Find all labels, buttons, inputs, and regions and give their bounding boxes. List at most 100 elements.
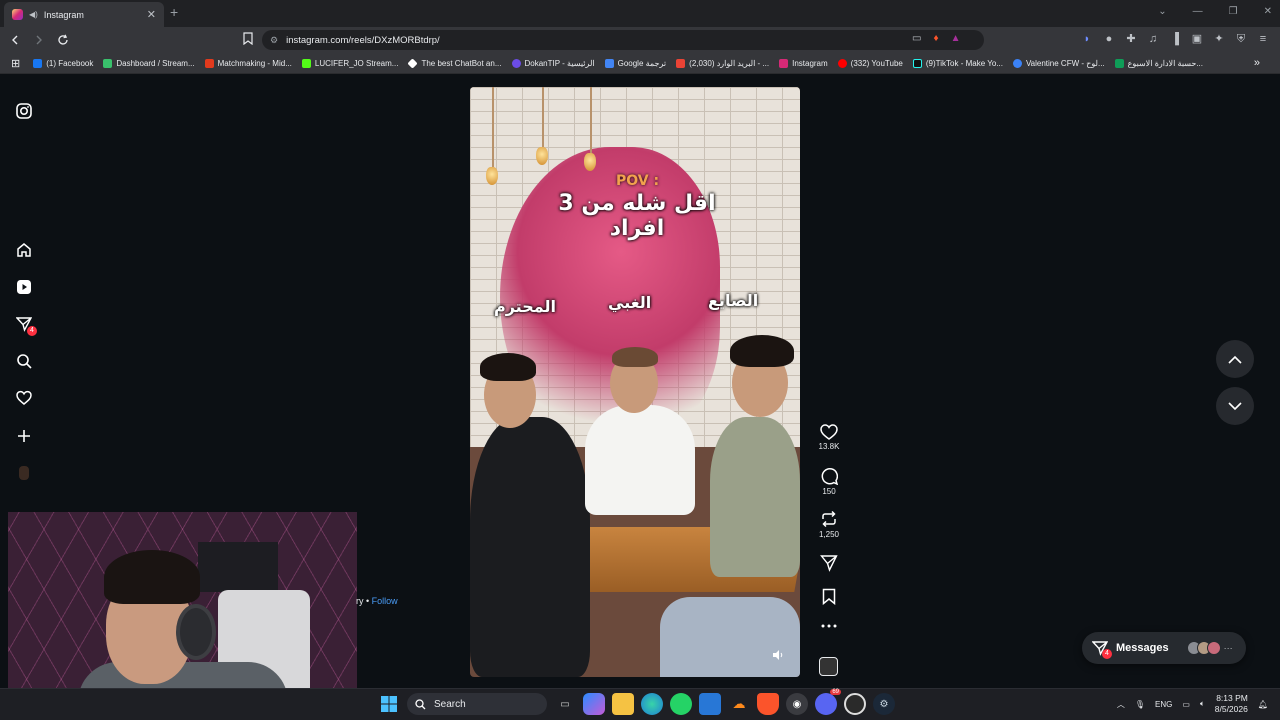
valentine-icon	[1012, 58, 1022, 68]
monitor-icon[interactable]: ▭	[1182, 700, 1190, 709]
forward-icon[interactable]	[30, 31, 48, 49]
extension-icon[interactable]: ●	[1102, 32, 1116, 46]
share-button[interactable]	[810, 554, 848, 574]
location-app-icon[interactable]: ◉	[786, 693, 808, 715]
brave-rewards-icon[interactable]: ▲	[951, 33, 961, 44]
language-indicator[interactable]: ENG	[1155, 700, 1172, 709]
speaker-icon[interactable]: ◀)	[29, 10, 38, 19]
vpn-shield-icon[interactable]: ⛨	[1234, 32, 1248, 46]
cast-icon[interactable]: ▭	[912, 33, 921, 44]
bookmark-youtube[interactable]: (332) YouTube	[833, 58, 908, 68]
more-options-icon[interactable]	[810, 624, 848, 630]
site-info-icon[interactable]: ⚙	[270, 35, 278, 46]
next-reel-button[interactable]	[1216, 387, 1254, 425]
cloud-app-icon[interactable]: ☁	[728, 693, 750, 715]
new-tab-button[interactable]: +	[170, 4, 178, 20]
volume-icon[interactable]	[772, 649, 788, 665]
bookmark-chatbot[interactable]: The best ChatBot an...	[403, 57, 506, 69]
tab-title: Instagram	[43, 9, 84, 20]
bookmark-dashboard[interactable]: Dashboard / Stream...	[98, 58, 199, 68]
taskbar-search[interactable]: Search	[407, 693, 547, 715]
instagram-favicon-icon	[12, 9, 23, 20]
steam-icon[interactable]: ⚙	[873, 693, 895, 715]
bookmark-instagram[interactable]: Instagram	[774, 58, 833, 68]
task-view-icon[interactable]: ▭	[554, 693, 576, 715]
messages-pill[interactable]: 4 Messages ···	[1082, 632, 1246, 664]
streamer-webcam	[8, 512, 357, 708]
copilot-icon[interactable]	[583, 693, 605, 715]
obs-icon[interactable]	[844, 693, 866, 715]
microphone-icon[interactable]: 🎙︎	[1135, 700, 1145, 709]
microsoft-store-icon[interactable]	[699, 693, 721, 715]
bookmark-weekly-sheet[interactable]: حسبة الادارة الاسبوع...	[1110, 58, 1208, 68]
webcam-monitor	[198, 542, 278, 592]
brave-icon[interactable]	[757, 693, 779, 715]
file-explorer-icon[interactable]	[612, 693, 634, 715]
comment-button[interactable]: 150	[810, 467, 848, 496]
original-audio-thumbnail[interactable]	[819, 657, 838, 676]
discord-icon[interactable]: 69	[815, 689, 841, 715]
menu-icon[interactable]: ≡	[1256, 32, 1270, 46]
bookmark-kick[interactable]: LUCIFER_JO Stream...	[297, 58, 404, 68]
reels-icon[interactable]	[14, 277, 34, 297]
search-icon[interactable]	[14, 351, 34, 371]
pov-label: POV :	[616, 173, 660, 189]
person-right-hair	[730, 335, 794, 367]
sparkle-icon[interactable]: ✦	[1212, 32, 1226, 46]
messages-label: Messages	[1116, 642, 1169, 654]
previous-reel-button[interactable]	[1216, 340, 1254, 378]
like-button[interactable]: 13.8K	[810, 424, 848, 451]
bookmark-dokantip[interactable]: DokanTIP - الرئيسية	[507, 58, 600, 68]
create-icon[interactable]	[14, 426, 34, 446]
sidebar-toggle-icon[interactable]: ▐	[1168, 32, 1182, 46]
notification-bell-icon[interactable]: 🔔︎	[1258, 700, 1268, 709]
tab-instagram[interactable]: ◀) Instagram ✕	[4, 2, 164, 27]
save-button[interactable]	[810, 588, 848, 607]
edge-icon[interactable]	[641, 693, 663, 715]
volume-tray-icon[interactable]: 🔈︎	[1200, 699, 1205, 709]
bookmark-google-translate[interactable]: Google ترجمة	[600, 58, 672, 68]
bookmark-tiktok[interactable]: (9)TikTok - Make Yo...	[908, 58, 1008, 68]
repost-button[interactable]: 1,250	[810, 510, 848, 539]
person-middle-hair	[612, 347, 658, 367]
bookmark-facebook[interactable]: (1) Facebook	[28, 58, 98, 68]
bookmarks-overflow-icon[interactable]: »	[1249, 57, 1280, 69]
person-middle	[585, 405, 695, 515]
bookmark-valentine[interactable]: Valentine CFW - لوح...	[1008, 58, 1110, 68]
bookmark-page-icon[interactable]	[243, 32, 253, 45]
apps-grid-icon[interactable]: ⊞	[6, 57, 28, 70]
clock-time: 8:13 PM	[1216, 693, 1248, 703]
minimize-icon[interactable]: —	[1193, 6, 1203, 17]
reload-icon[interactable]	[54, 31, 72, 49]
wallet-icon[interactable]: ▣	[1190, 32, 1204, 46]
heart-notifications-icon[interactable]	[14, 388, 34, 408]
back-icon[interactable]	[6, 31, 24, 49]
leo-ai-icon[interactable]: ◗	[1080, 32, 1094, 46]
profile-avatar[interactable]	[14, 463, 34, 483]
maximize-icon[interactable]: ❐	[1229, 6, 1238, 17]
browser-toolbar: ⚙ instagram.com/reels/DXzMORBtdrp/ ▭ ♦ ▲…	[0, 27, 1280, 53]
close-tab-icon[interactable]: ✕	[147, 8, 156, 21]
clock[interactable]: 8:13 PM 8/5/2026	[1215, 693, 1248, 715]
tray-overflow-icon[interactable]: ︿	[1117, 699, 1125, 710]
music-icon[interactable]: ♫	[1146, 32, 1160, 46]
tab-search-icon[interactable]: ⌄	[1158, 6, 1166, 17]
puzzle-extensions-icon[interactable]: ✚	[1124, 32, 1138, 46]
dokantip-icon	[511, 58, 521, 68]
windows-start-icon[interactable]	[378, 693, 400, 715]
follow-link[interactable]: Follow	[372, 596, 398, 606]
matchmaking-icon	[204, 58, 214, 68]
sheet-icon	[1114, 58, 1124, 68]
direct-messages-icon[interactable]: 4	[14, 314, 37, 336]
instagram-logo-icon[interactable]	[14, 101, 34, 121]
close-window-icon[interactable]: ✕	[1264, 6, 1272, 17]
address-bar[interactable]: ⚙ instagram.com/reels/DXzMORBtdrp/	[262, 30, 984, 50]
brave-shields-icon[interactable]: ♦	[933, 33, 938, 44]
bookmark-matchmaking[interactable]: Matchmaking - Mid...	[200, 58, 297, 68]
whatsapp-icon[interactable]	[670, 693, 692, 715]
bookmark-gmail[interactable]: البريد الوارد (2,030) - ...	[671, 58, 774, 68]
url-text: instagram.com/reels/DXzMORBtdrp/	[286, 34, 440, 46]
reel-video[interactable]: POV : اقل شله من 3 افراد المحترم الغبي ا…	[470, 87, 800, 677]
home-icon[interactable]	[14, 240, 34, 260]
hanging-bulb	[584, 153, 596, 171]
